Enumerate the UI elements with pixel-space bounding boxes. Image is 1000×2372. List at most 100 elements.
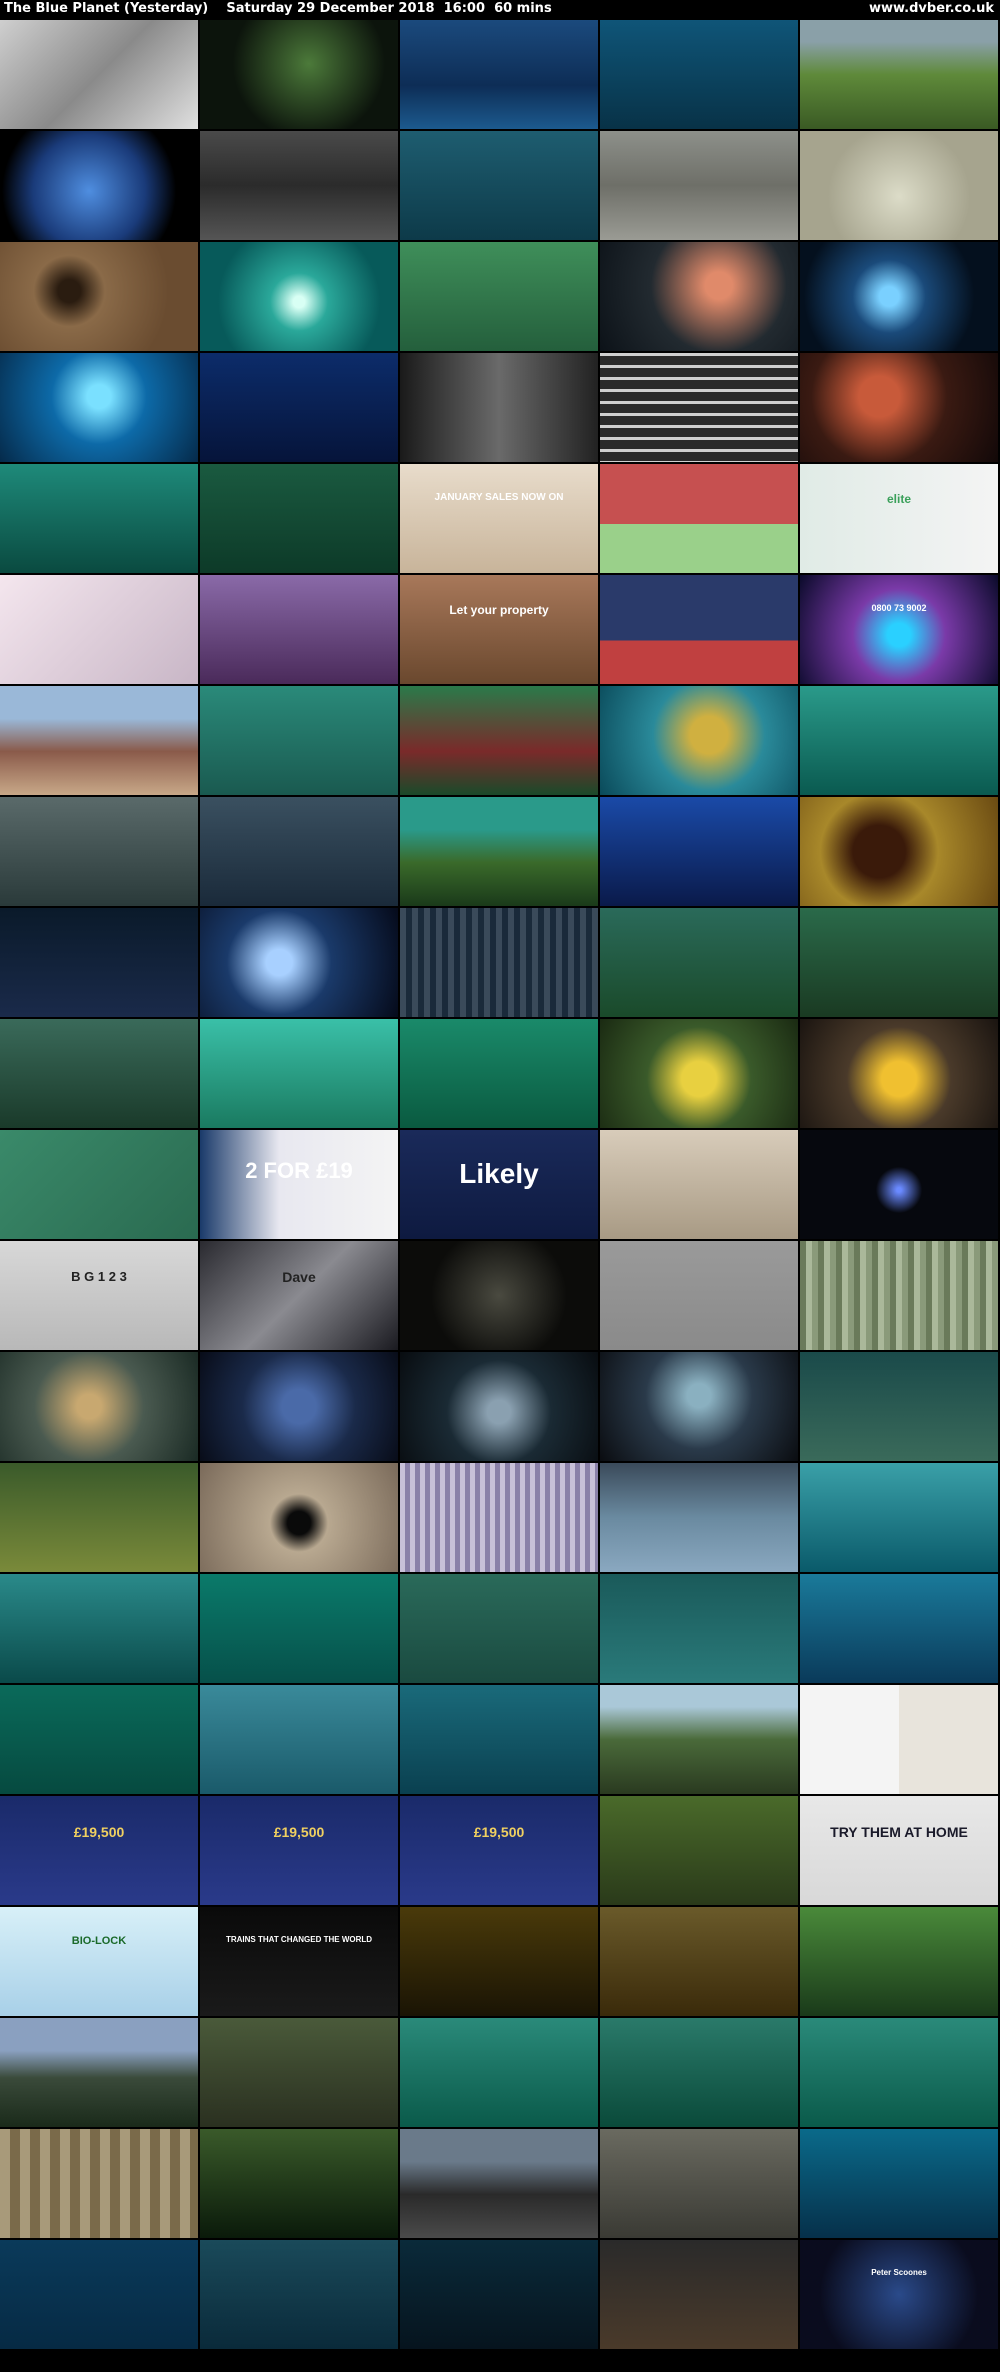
thumbnail-frame[interactable] <box>0 1019 198 1128</box>
thumbnail-frame[interactable] <box>400 1352 598 1461</box>
thumbnail-frame[interactable] <box>400 1241 598 1350</box>
thumbnail-frame[interactable] <box>200 908 398 1017</box>
thumbnail-frame[interactable] <box>200 242 398 351</box>
thumbnail-frame[interactable] <box>0 20 198 129</box>
thumbnail-frame[interactable] <box>600 1574 798 1683</box>
thumbnail-frame[interactable] <box>600 1463 798 1572</box>
thumbnail-frame[interactable] <box>800 131 998 240</box>
thumbnail-frame[interactable] <box>400 20 598 129</box>
thumbnail-frame[interactable] <box>200 2129 398 2238</box>
thumbnail-frame[interactable] <box>800 1130 998 1239</box>
thumbnail-frame[interactable] <box>800 1463 998 1572</box>
thumbnail-frame[interactable] <box>200 1574 398 1683</box>
thumbnail-frame[interactable] <box>0 1352 198 1461</box>
thumbnail-frame[interactable]: TRY THEM AT HOME <box>800 1796 998 1905</box>
thumbnail-frame[interactable] <box>400 353 598 462</box>
thumbnail-frame[interactable] <box>0 464 198 573</box>
thumbnail-frame[interactable]: £19,500 <box>400 1796 598 1905</box>
thumbnail-frame[interactable] <box>600 1352 798 1461</box>
thumbnail-frame[interactable]: BIO-LOCK <box>0 1907 198 2016</box>
thumbnail-frame[interactable] <box>400 2018 598 2127</box>
thumbnail-frame[interactable] <box>400 1685 598 1794</box>
thumbnail-frame[interactable] <box>200 1352 398 1461</box>
thumbnail-frame[interactable] <box>600 464 798 573</box>
thumbnail-frame[interactable] <box>0 353 198 462</box>
thumbnail-frame[interactable] <box>0 686 198 795</box>
thumbnail-frame[interactable] <box>0 2240 198 2349</box>
thumbnail-frame[interactable]: £19,500 <box>0 1796 198 1905</box>
thumbnail-frame[interactable] <box>800 797 998 906</box>
thumbnail-frame[interactable] <box>800 242 998 351</box>
thumbnail-frame[interactable] <box>200 1019 398 1128</box>
thumbnail-frame[interactable] <box>0 2018 198 2127</box>
thumbnail-frame[interactable] <box>800 908 998 1017</box>
thumbnail-frame[interactable] <box>400 686 598 795</box>
thumbnail-frame[interactable] <box>400 1574 598 1683</box>
thumbnail-frame[interactable] <box>600 1796 798 1905</box>
thumbnail-frame[interactable] <box>200 131 398 240</box>
thumbnail-frame[interactable]: Likely <box>400 1130 598 1239</box>
thumbnail-frame[interactable] <box>200 2240 398 2349</box>
thumbnail-frame[interactable] <box>800 2018 998 2127</box>
thumbnail-frame[interactable] <box>0 797 198 906</box>
thumbnail-frame[interactable] <box>200 2018 398 2127</box>
thumbnail-frame[interactable] <box>600 2129 798 2238</box>
site-link[interactable]: www.dvber.co.uk <box>869 0 994 18</box>
thumbnail-frame[interactable] <box>200 353 398 462</box>
thumbnail-frame[interactable]: elite <box>800 464 998 573</box>
thumbnail-frame[interactable] <box>600 1130 798 1239</box>
thumbnail-frame[interactable] <box>0 131 198 240</box>
thumbnail-frame[interactable] <box>600 1019 798 1128</box>
thumbnail-frame[interactable] <box>600 686 798 795</box>
thumbnail-frame[interactable]: Let your property <box>400 575 598 684</box>
thumbnail-frame[interactable] <box>0 242 198 351</box>
thumbnail-frame[interactable] <box>0 1130 198 1239</box>
thumbnail-frame[interactable] <box>0 1574 198 1683</box>
thumbnail-frame[interactable] <box>600 575 798 684</box>
thumbnail-frame[interactable] <box>400 242 598 351</box>
thumbnail-frame[interactable] <box>400 2240 598 2349</box>
thumbnail-frame[interactable] <box>400 2129 598 2238</box>
thumbnail-frame[interactable] <box>400 797 598 906</box>
thumbnail-frame[interactable] <box>400 1907 598 2016</box>
thumbnail-frame[interactable]: Peter Scoones <box>800 2240 998 2349</box>
thumbnail-frame[interactable] <box>200 575 398 684</box>
thumbnail-frame[interactable] <box>0 1463 198 1572</box>
thumbnail-frame[interactable] <box>600 2240 798 2349</box>
thumbnail-frame[interactable]: Dave <box>200 1241 398 1350</box>
thumbnail-frame[interactable] <box>800 1019 998 1128</box>
thumbnail-frame[interactable] <box>600 242 798 351</box>
thumbnail-frame[interactable] <box>600 20 798 129</box>
thumbnail-frame[interactable] <box>600 2018 798 2127</box>
thumbnail-frame[interactable] <box>800 1352 998 1461</box>
thumbnail-frame[interactable] <box>400 131 598 240</box>
thumbnail-frame[interactable] <box>600 353 798 462</box>
thumbnail-frame[interactable] <box>800 1241 998 1350</box>
thumbnail-frame[interactable] <box>400 1463 598 1572</box>
thumbnail-frame[interactable] <box>600 1685 798 1794</box>
thumbnail-frame[interactable] <box>200 797 398 906</box>
thumbnail-frame[interactable]: £19,500 <box>200 1796 398 1905</box>
thumbnail-frame[interactable] <box>0 2129 198 2238</box>
thumbnail-frame[interactable]: JANUARY SALES NOW ON <box>400 464 598 573</box>
thumbnail-frame[interactable] <box>800 1685 998 1794</box>
thumbnail-frame[interactable] <box>600 908 798 1017</box>
thumbnail-frame[interactable]: TRAINS THAT CHANGED THE WORLD <box>200 1907 398 2016</box>
thumbnail-frame[interactable] <box>200 1463 398 1572</box>
thumbnail-frame[interactable] <box>800 686 998 795</box>
thumbnail-frame[interactable] <box>600 797 798 906</box>
thumbnail-frame[interactable] <box>200 1685 398 1794</box>
thumbnail-frame[interactable] <box>600 131 798 240</box>
thumbnail-frame[interactable]: 2 FOR £19 <box>200 1130 398 1239</box>
thumbnail-frame[interactable] <box>800 353 998 462</box>
thumbnail-frame[interactable] <box>800 2129 998 2238</box>
thumbnail-frame[interactable] <box>400 908 598 1017</box>
thumbnail-frame[interactable] <box>800 20 998 129</box>
thumbnail-frame[interactable] <box>800 1574 998 1683</box>
thumbnail-frame[interactable] <box>800 1907 998 2016</box>
thumbnail-frame[interactable] <box>0 1685 198 1794</box>
thumbnail-frame[interactable] <box>600 1907 798 2016</box>
thumbnail-frame[interactable] <box>200 464 398 573</box>
thumbnail-frame[interactable] <box>200 686 398 795</box>
thumbnail-frame[interactable] <box>0 575 198 684</box>
